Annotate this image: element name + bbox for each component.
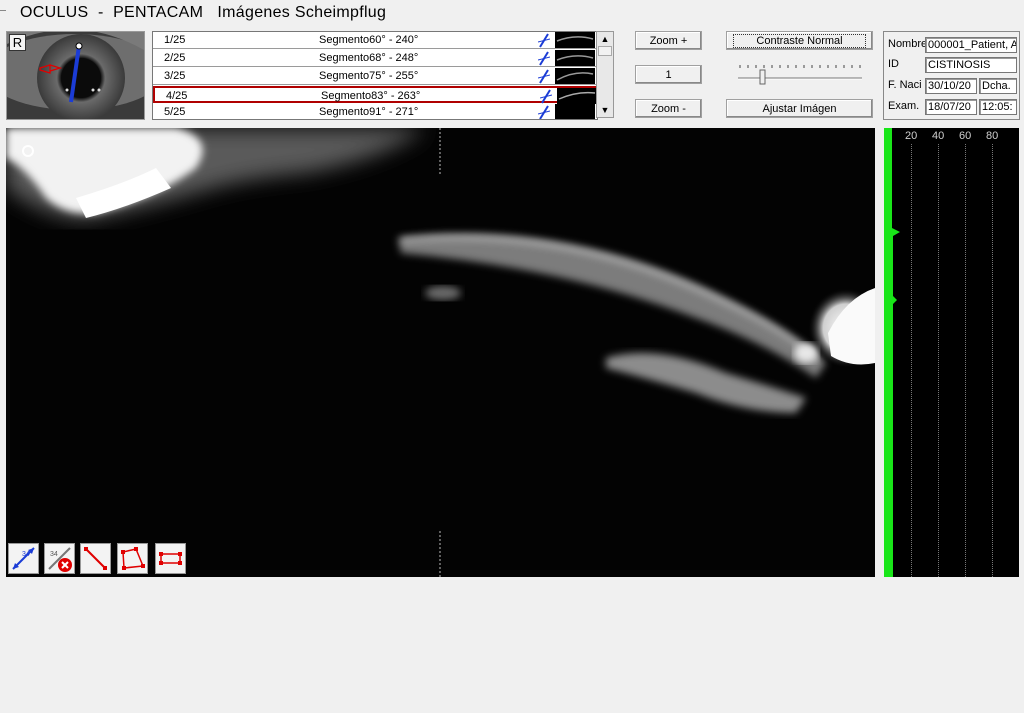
- contrast-normal-button[interactable]: Contraste Normal: [726, 31, 873, 50]
- segment-angle: Segmento60° - 240°: [319, 34, 419, 46]
- segment-row-4-selected[interactable]: 4/25 Segmento83° - 263°: [153, 86, 597, 104]
- patient-id-field[interactable]: CISTINOSIS: [925, 57, 1017, 73]
- id-label: ID: [888, 58, 899, 70]
- exam-label: Exam.: [888, 100, 920, 112]
- scheimpflug-image-canvas: [6, 128, 875, 577]
- segment-list[interactable]: 1/25 Segmento60° - 240° 2/25 Segmento68°…: [152, 31, 598, 120]
- zoom-in-button[interactable]: Zoom +: [635, 31, 702, 50]
- edit-pen-icon[interactable]: [538, 69, 550, 84]
- birth-date-field[interactable]: 30/10/20: [925, 78, 977, 94]
- delete-measure-button[interactable]: 34: [44, 543, 75, 574]
- segment-index: 4/25: [166, 90, 188, 102]
- zoom-level-button[interactable]: 1: [635, 65, 702, 84]
- line-tool-icon: [84, 547, 107, 570]
- rectangle-tool-icon: [159, 552, 182, 565]
- delete-measure-icon: 34: [48, 547, 72, 572]
- segment-index: 2/25: [164, 52, 186, 64]
- segment-row-1[interactable]: 1/25 Segmento60° - 240°: [153, 32, 597, 49]
- segment-index: 3/25: [164, 70, 186, 82]
- measure-distance-button[interactable]: 34: [8, 543, 39, 574]
- title-bar-edge: [0, 10, 6, 11]
- eye-field[interactable]: Dcha.: [979, 78, 1017, 94]
- exam-time-field[interactable]: 12:05:: [979, 99, 1017, 115]
- patient-info-panel: Nombre 000001_Patient, A ID CISTINOSIS F…: [883, 31, 1020, 120]
- scheimpflug-image[interactable]: [6, 128, 875, 577]
- eye-image: [7, 32, 144, 119]
- contrast-normal-label: Contraste Normal: [733, 34, 866, 48]
- zoom-out-button[interactable]: Zoom -: [635, 99, 702, 118]
- contrast-slider[interactable]: [736, 62, 864, 86]
- segment-thumbnail: [555, 32, 595, 48]
- exam-date-field[interactable]: 18/07/20: [925, 99, 977, 115]
- segment-row-5[interactable]: 5/25 Segmento91° - 271°: [153, 104, 597, 120]
- eye-thumbnail[interactable]: R: [6, 31, 145, 120]
- segment-angle: Segmento83° - 263°: [321, 90, 421, 102]
- slider-thumb: [759, 69, 766, 85]
- edit-pen-icon[interactable]: [538, 33, 550, 48]
- scroll-down-arrow-icon[interactable]: ▼: [597, 103, 613, 117]
- eye-side-badge: R: [9, 34, 26, 51]
- scroll-thumb[interactable]: [598, 46, 612, 56]
- densitometry-graph[interactable]: 20 40 60 80: [884, 128, 1019, 577]
- segment-thumbnail: [557, 88, 597, 104]
- segment-thumbnail: [555, 68, 595, 84]
- polygon-tool-button[interactable]: [117, 543, 148, 574]
- apex-marker-icon[interactable]: [22, 145, 34, 157]
- dob-label: F. Naci: [888, 79, 922, 91]
- segment-thumbnail: [555, 104, 595, 119]
- window-title: OCULUS - PENTACAM Imágenes Scheimpflug: [20, 4, 387, 21]
- rectangle-tool-button[interactable]: [155, 543, 186, 574]
- segment-angle: Segmento68° - 248°: [319, 52, 419, 64]
- segment-angle: Segmento75° - 255°: [319, 70, 419, 82]
- density-profile: [884, 128, 900, 577]
- polygon-tool-icon: [121, 547, 145, 570]
- line-tool-button[interactable]: [80, 543, 111, 574]
- scroll-up-arrow-icon[interactable]: ▲: [597, 32, 613, 46]
- segment-list-scrollbar[interactable]: ▲ ▼: [596, 31, 614, 118]
- segment-index: 1/25: [164, 34, 186, 46]
- svg-text:34: 34: [50, 551, 58, 558]
- name-label: Nombre: [888, 38, 928, 50]
- measure-distance-icon: 34: [12, 547, 35, 570]
- edit-pen-icon[interactable]: [538, 51, 550, 66]
- adjust-image-button[interactable]: Ajustar Imágen: [726, 99, 873, 118]
- edit-pen-icon[interactable]: [538, 105, 550, 120]
- patient-name-field[interactable]: 000001_Patient, A: [925, 37, 1017, 53]
- segment-index: 5/25: [164, 106, 186, 118]
- edit-pen-icon[interactable]: [540, 89, 552, 104]
- svg-text:34: 34: [22, 551, 30, 558]
- segment-row-3[interactable]: 3/25 Segmento75° - 255°: [153, 68, 597, 85]
- segment-thumbnail: [555, 50, 595, 66]
- segment-row-2[interactable]: 2/25 Segmento68° - 248°: [153, 50, 597, 67]
- segment-angle: Segmento91° - 271°: [319, 106, 419, 118]
